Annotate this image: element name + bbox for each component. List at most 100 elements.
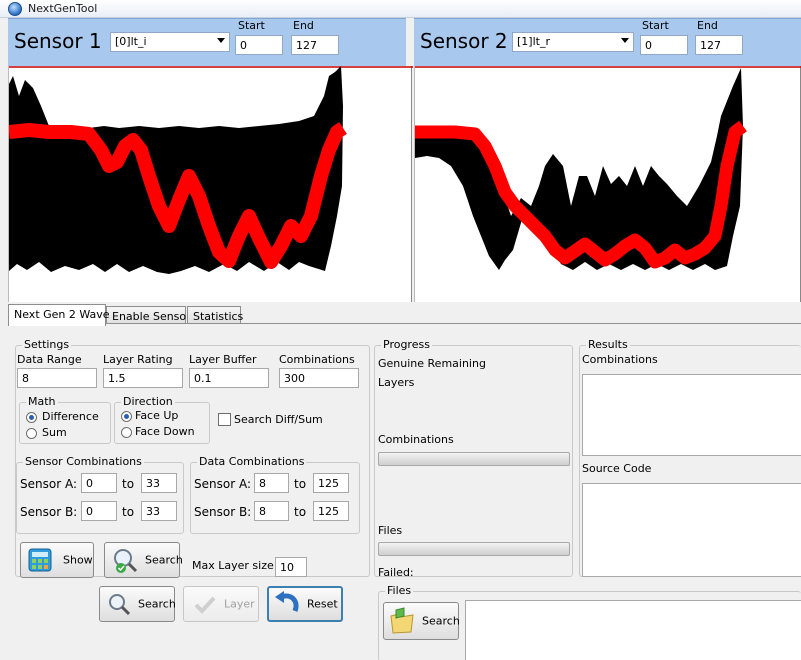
tab-next-gen-2-wave[interactable]: Next Gen 2 Wave [8,304,110,326]
math-group: Math Difference Sum [19,395,111,444]
sensor-combinations-legend: Sensor Combinations [23,455,144,468]
direction-face-up-radio[interactable] [121,411,132,422]
data-range-input[interactable]: 8 [17,368,97,388]
progress-files-label: Files [378,524,403,537]
layer-rating-input[interactable]: 1.5 [103,368,183,388]
sensor-2-start-input[interactable]: 0 [640,35,688,55]
sensor-1-black-traces [9,66,343,274]
settings-search-button[interactable]: Search [104,542,183,578]
reset-button[interactable]: Reset [267,586,343,622]
direction-face-down-radio[interactable] [121,427,132,438]
data-combinations-group: Data Combinations Sensor A: 8 to 125 Sen… [190,455,360,534]
files-group: Files Search [378,584,801,660]
tab-panel-next-gen-2-wave: Settings Data Range 8 Layer Rating 1.5 L… [8,323,801,660]
sensor-2-waveform-chart[interactable] [414,66,801,302]
sensor-combo-a-to-label: to [122,477,135,491]
layer-buffer-label: Layer Buffer [189,353,257,366]
combinations-progress-bar [378,452,570,466]
source-code-label: Source Code [582,462,652,475]
settings-legend: Settings [22,338,72,351]
files-search-button[interactable]: Search [383,602,460,640]
layer-buffer-input[interactable]: 0.1 [189,368,269,388]
calculator-icon [28,548,52,572]
sensor-1-end-input[interactable]: 127 [291,35,339,55]
search-button[interactable]: Search [99,586,176,622]
direction-face-down-label: Face Down [135,425,195,438]
results-combinations-label: Combinations [582,353,658,366]
data-combo-a-to-label: to [294,477,307,491]
progress-combinations-label: Combinations [378,433,454,446]
progress-legend: Progress [381,338,432,351]
app-icon [8,2,22,16]
sensor-combo-a-label: Sensor A: [20,477,77,491]
show-button-label: Show [63,553,93,567]
chevron-down-icon [217,38,225,43]
sensor-2-start-label: Start [642,19,669,32]
results-group: Results Combinations Source Code [579,338,801,577]
window-title: NextGenTool [28,2,98,15]
sensor-combo-b-from-input[interactable]: 0 [81,501,117,521]
sensor-1-waveform-chart[interactable] [8,66,413,302]
data-combo-a-from-input[interactable]: 8 [254,473,289,493]
data-combo-a-to-input[interactable]: 125 [313,473,349,493]
layer-button-label: Layer [224,597,255,611]
sensor-1-channel-dropdown[interactable]: [0]lt_i [110,32,230,52]
sensor-2-header: Sensor 2 [1]lt_r Start 0 End 127 [414,18,801,66]
sensor-2-waveform-plot [415,66,801,270]
data-combo-b-label: Sensor B: [194,505,252,519]
files-listbox[interactable] [465,600,801,660]
sensor-1-waveform-plot [9,66,413,274]
data-combo-a-label: Sensor A: [194,477,251,491]
undo-icon [275,591,299,612]
layer-button[interactable]: Layer [183,586,259,622]
data-combo-b-from-input[interactable]: 8 [254,501,289,521]
folder-search-icon [390,607,414,634]
data-combo-b-to-input[interactable]: 125 [313,501,349,521]
sensor-2-black-traces [415,68,743,270]
sensor-1-end-label: End [293,19,314,32]
sensor-combo-a-to-input[interactable]: 33 [141,473,177,493]
sensor-combo-a-from-input[interactable]: 0 [81,473,117,493]
checkmark-icon [194,596,216,614]
failed-label: Failed: [378,566,414,579]
sensor-combo-b-label: Sensor B: [20,505,78,519]
files-progress-bar [378,542,570,556]
results-legend: Results [586,338,630,351]
sensor-1-start-label: Start [238,19,265,32]
search-diff-sum-checkbox[interactable] [218,413,231,426]
sensor-2-end-input[interactable]: 127 [695,35,743,55]
results-combinations-listbox[interactable] [582,374,801,456]
math-sum-label: Sum [42,426,67,439]
source-code-textbox[interactable] [582,483,801,577]
sensor-2-channel-dropdown[interactable]: [1]lt_r [512,32,634,52]
math-difference-label: Difference [42,410,99,423]
max-layer-size-input[interactable]: 10 [275,557,307,577]
math-difference-radio[interactable] [26,412,37,423]
reset-button-label: Reset [307,597,338,611]
layers-label: Layers [378,376,415,389]
combinations-input[interactable]: 300 [279,368,359,388]
title-bar: NextGenTool [0,0,801,18]
search-button-label: Search [138,597,176,611]
sensor-1-name: Sensor 1 [14,29,102,53]
data-combo-b-to-label: to [294,505,307,519]
genuine-remaining-label: Genuine Remaining [378,357,486,370]
show-button[interactable]: Show [20,542,94,578]
direction-legend: Direction [121,395,175,408]
magnifier-icon [109,594,131,616]
sensor-1-start-input[interactable]: 0 [235,35,283,55]
sensor-combo-b-to-input[interactable]: 33 [141,501,177,521]
math-legend: Math [26,395,58,408]
magnifier-check-icon [114,549,138,573]
math-sum-radio[interactable] [26,428,37,439]
direction-face-up-label: Face Up [135,409,179,422]
sensor-1-header: Sensor 1 [0]lt_i Start 0 End 127 [8,18,406,66]
max-layer-size-label: Max Layer size: [192,559,278,572]
search-diff-sum-label: Search Diff/Sum [234,413,323,426]
files-search-button-label: Search [422,614,460,628]
settings-group: Settings Data Range 8 Layer Rating 1.5 L… [15,338,370,578]
sensor-1-channel-value: [0]lt_i [115,35,147,48]
chevron-down-icon [621,38,629,43]
data-combinations-legend: Data Combinations [197,455,307,468]
direction-group: Direction Face Up Face Down [114,395,210,444]
